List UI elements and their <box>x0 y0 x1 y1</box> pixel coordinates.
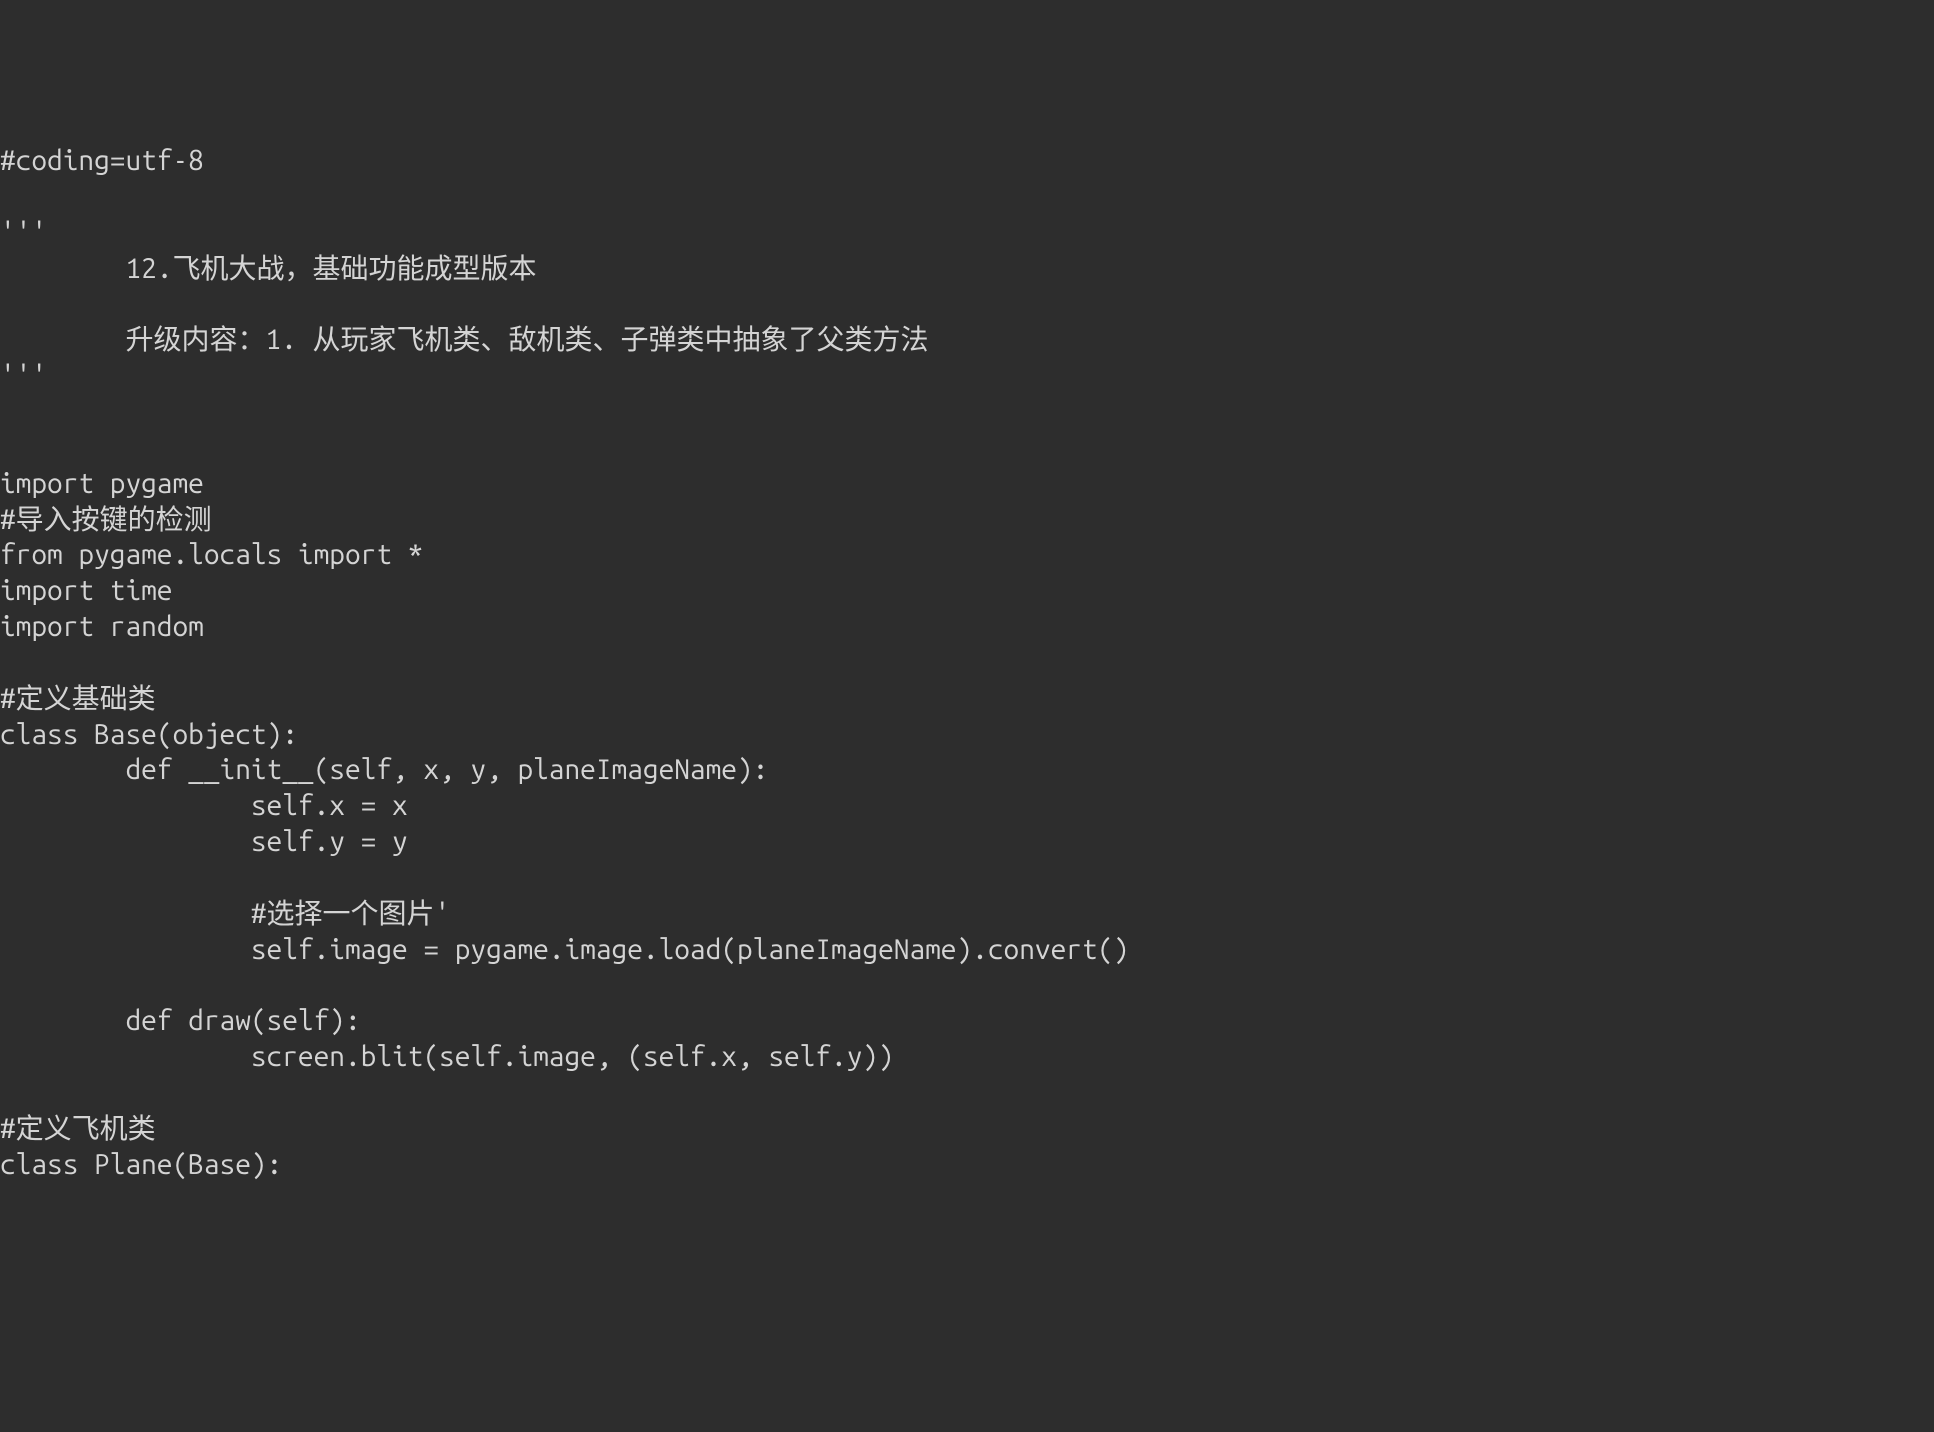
code-line: ''' <box>0 360 47 391</box>
code-line: class Base(object): <box>0 719 298 750</box>
code-line: #导入按键的检测 <box>0 504 212 535</box>
code-line: #coding=utf-8 <box>0 145 204 176</box>
code-line: class Plane(Base): <box>0 1149 282 1180</box>
code-line: from pygame.locals import * <box>0 539 423 570</box>
code-line: #选择一个图片' <box>0 898 450 929</box>
code-line: self.x = x <box>0 790 408 821</box>
code-line: 12.飞机大战，基础功能成型版本 <box>0 253 536 284</box>
code-line: self.image = pygame.image.load(planeImag… <box>0 934 1129 965</box>
code-line: #定义飞机类 <box>0 1113 156 1144</box>
code-line: 升级内容：1. 从玩家飞机类、敌机类、子弹类中抽象了父类方法 <box>0 324 928 355</box>
code-line: import time <box>0 575 172 606</box>
code-line: import random <box>0 611 204 642</box>
code-line: import pygame <box>0 468 204 499</box>
code-block: #coding=utf-8 ''' 12.飞机大战，基础功能成型版本 升级内容：… <box>0 143 1934 1182</box>
code-line: #定义基础类 <box>0 683 156 714</box>
code-line: def draw(self): <box>0 1005 361 1036</box>
code-line: screen.blit(self.image, (self.x, self.y)… <box>0 1041 894 1072</box>
code-line: def __init__(self, x, y, planeImageName)… <box>0 754 768 785</box>
code-line: ''' <box>0 217 47 248</box>
code-line: self.y = y <box>0 826 408 857</box>
